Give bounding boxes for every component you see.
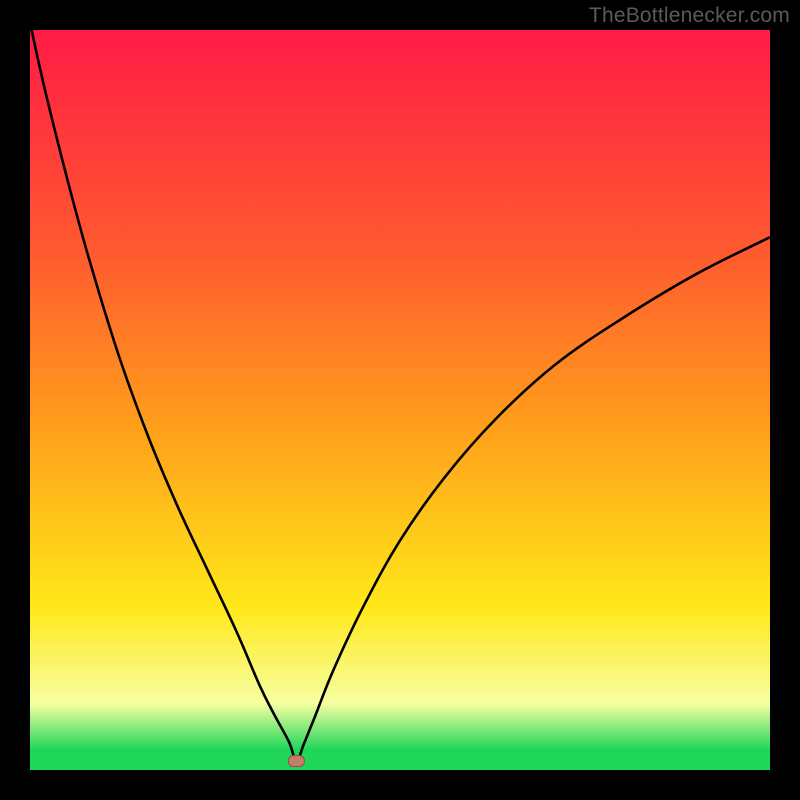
watermark-text: TheBottlenecker.com <box>589 4 790 28</box>
bottleneck-chart <box>0 0 800 800</box>
plot-background <box>30 30 770 770</box>
chart-frame: TheBottlenecker.com <box>0 0 800 800</box>
optimal-marker <box>288 756 304 767</box>
